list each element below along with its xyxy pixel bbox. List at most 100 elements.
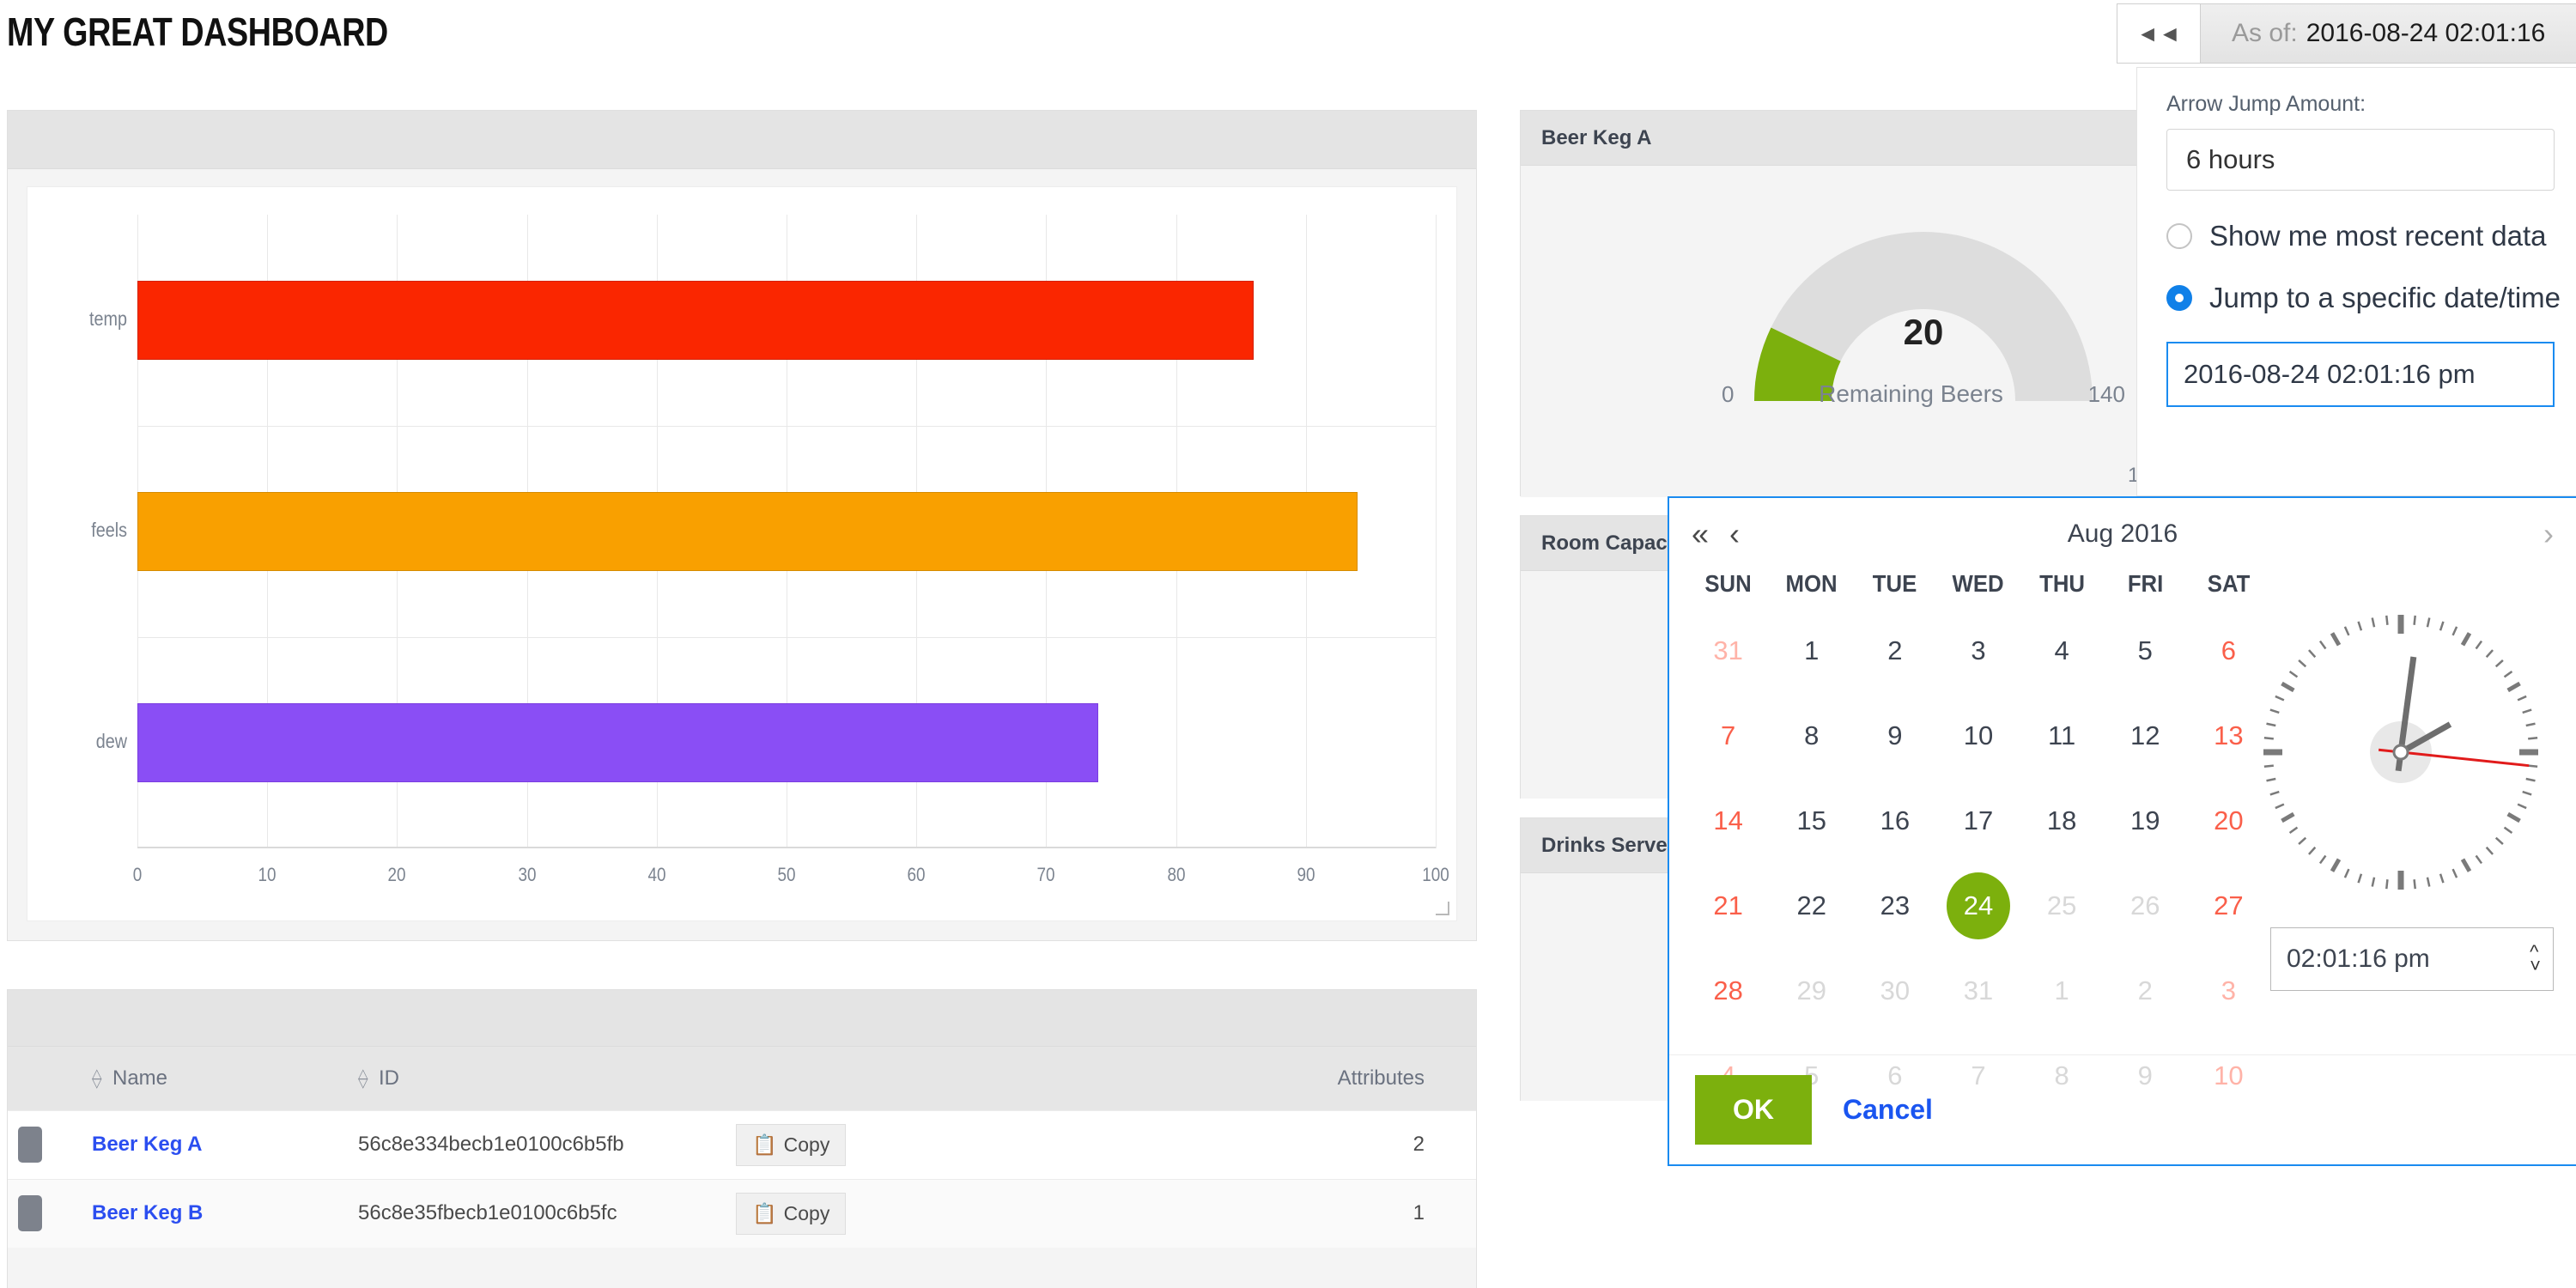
table-header-id[interactable]: △▽ID [348, 1047, 726, 1110]
page-title: MY GREAT DASHBOARD [7, 9, 388, 55]
row-attributes-cell: 1 [983, 1179, 1476, 1248]
radio-icon-specific-datetime [2166, 285, 2192, 311]
calendar-day-4[interactable]: 4 [2020, 608, 2104, 693]
time-spinner[interactable]: 02:01:16 pm ^˅ [2270, 927, 2554, 991]
copy-icon: 📋 [752, 1202, 777, 1225]
calendar-day-24[interactable]: 24 [1936, 863, 2020, 948]
radio-label-specific-datetime: Jump to a specific date/time [2209, 282, 2561, 314]
table-header-name[interactable]: △▽Name [82, 1047, 348, 1110]
calendar-day-14[interactable]: 14 [1686, 778, 1770, 863]
calendar-day-grid: 3112345678910111213141516171819202122232… [1686, 608, 2270, 1118]
calendar-day-26[interactable]: 26 [2104, 863, 2187, 948]
devices-table-panel: △▽Name △▽ID Attributes Beer Keg A 56c8e33… [7, 989, 1477, 1288]
datetime-input[interactable]: 2016-08-24 02:01:16 pm [2166, 342, 2555, 407]
datepicker-footer: OK Cancel [1669, 1054, 2576, 1164]
copy-button[interactable]: 📋Copy [736, 1124, 846, 1166]
chart-x-tick-label: 50 [753, 864, 819, 886]
table-header-copy [726, 1047, 983, 1110]
calendar-day-31[interactable]: 31 [1936, 948, 2020, 1033]
calendar-day-19[interactable]: 19 [2104, 778, 2187, 863]
spinner-down-icon[interactable]: ˅ [2530, 959, 2541, 973]
arrow-jump-amount-select[interactable]: 6 hours [2166, 129, 2555, 191]
calendar-day-12[interactable]: 12 [2104, 693, 2187, 778]
chart-bar-dew[interactable] [137, 703, 1098, 782]
row-attributes-cell: 2 [983, 1110, 1476, 1179]
chart-bar-feels[interactable] [137, 492, 1358, 571]
table-row[interactable]: Beer Keg A 56c8e334becb1e0100c6b5fb📋Copy 2 [8, 1110, 1476, 1179]
radio-icon-most-recent [2166, 223, 2192, 249]
ok-button[interactable]: OK [1695, 1075, 1812, 1145]
drag-handle-icon[interactable] [18, 1195, 42, 1231]
radio-option-most-recent[interactable]: Show me most recent data [2166, 220, 2555, 252]
chart-y-tick-label: feels [0, 519, 127, 542]
calendar-day-7[interactable]: 7 [1686, 693, 1770, 778]
calendar-day-15[interactable]: 15 [1770, 778, 1853, 863]
row-id-cell: 56c8e334becb1e0100c6b5fb [348, 1110, 726, 1179]
calendar-weekday-fri: FRI [2107, 570, 2184, 598]
datepicker-month-label: Aug 2016 [1669, 519, 2576, 549]
calendar-day-1[interactable]: 1 [1770, 608, 1853, 693]
row-name-link[interactable]: Beer Keg A [92, 1133, 202, 1156]
calendar-day-29[interactable]: 29 [1770, 948, 1853, 1033]
gauge-max-label: 140 [2088, 381, 2125, 408]
next-month-icon[interactable]: › [2543, 516, 2554, 552]
calendar-weekday-thu: THU [2023, 570, 2099, 598]
calendar-day-23[interactable]: 23 [1853, 863, 1936, 948]
calendar-day-11[interactable]: 11 [2020, 693, 2104, 778]
calendar-day-2[interactable]: 2 [1853, 608, 1936, 693]
calendar-day-21[interactable]: 21 [1686, 863, 1770, 948]
calendar-day-30[interactable]: 30 [1853, 948, 1936, 1033]
row-name-link[interactable]: Beer Keg B [92, 1201, 203, 1224]
calendar-day-18[interactable]: 18 [2020, 778, 2104, 863]
radio-option-specific-datetime[interactable]: Jump to a specific date/time [2166, 282, 2555, 314]
analog-clock-svg [2248, 599, 2554, 905]
dashboard-root: MY GREAT DASHBOARD 010203040506070809010… [0, 0, 2576, 1288]
time-spinner-arrows[interactable]: ^˅ [2530, 945, 2541, 973]
calendar-day-3[interactable]: 3 [1936, 608, 2020, 693]
resize-grip-icon[interactable] [1436, 902, 1449, 915]
chart-gridline-horizontal [137, 426, 1436, 427]
chart-bar-temp[interactable] [137, 281, 1254, 360]
devices-table-panel-title [8, 990, 1476, 1047]
calendar-day-10[interactable]: 10 [1936, 693, 2020, 778]
table-row[interactable]: Beer Keg B56c8e35fbecb1e0100c6b5fc📋Copy1 [8, 1179, 1476, 1248]
chart-x-tick-label: 70 [1013, 864, 1079, 886]
row-drag-handle-cell[interactable] [8, 1110, 82, 1179]
chart-x-tick-label: 20 [364, 864, 430, 886]
calendar-day-2[interactable]: 2 [2104, 948, 2187, 1033]
calendar-day-22[interactable]: 22 [1770, 863, 1853, 948]
calendar-weekday-mon: MON [1773, 570, 1850, 598]
calendar-day-1[interactable]: 1 [2020, 948, 2104, 1033]
as-of-label: As of: 2016-08-24 02:01:16 [2201, 3, 2576, 64]
datetime-input-value: 2016-08-24 02:01:16 pm [2184, 359, 2476, 390]
radio-label-most-recent: Show me most recent data [2209, 220, 2547, 252]
chart-x-tick-label: 30 [494, 864, 560, 886]
row-copy-cell: 📋Copy [726, 1179, 983, 1248]
copy-button[interactable]: 📋Copy [736, 1193, 846, 1235]
chart-gridline-vertical [1436, 215, 1437, 848]
calendar-day-3[interactable]: 3 [2187, 948, 2270, 1033]
calendar-day-28[interactable]: 28 [1686, 948, 1770, 1033]
row-name-cell: Beer Keg A [82, 1110, 348, 1179]
calendar-weekday-sat: SAT [2190, 570, 2267, 598]
gauge-scale-labels: 0 Remaining Beers 140 [1722, 380, 2125, 408]
chart-x-tick-label: 10 [234, 864, 300, 886]
table-header-attributes: Attributes [983, 1047, 1476, 1110]
time-spinner-value: 02:01:16 pm [2287, 945, 2430, 974]
sort-icon: △▽ [92, 1069, 104, 1088]
row-drag-handle-cell[interactable] [8, 1179, 82, 1248]
calendar-day-8[interactable]: 8 [1770, 693, 1853, 778]
chart-x-tick-label: 40 [623, 864, 690, 886]
cancel-button[interactable]: Cancel [1843, 1094, 1933, 1126]
rewind-icon[interactable]: ◄◄ [2117, 3, 2201, 64]
calendar-weekday-row: SUNMONTUEWEDTHUFRISAT [1686, 570, 2270, 598]
calendar-day-16[interactable]: 16 [1853, 778, 1936, 863]
calendar-day-5[interactable]: 5 [2104, 608, 2187, 693]
as-of-value: 2016-08-24 02:01:16 [2306, 19, 2546, 48]
calendar-day-9[interactable]: 9 [1853, 693, 1936, 778]
chart-y-tick-label: temp [0, 307, 127, 331]
calendar-day-17[interactable]: 17 [1936, 778, 2020, 863]
drag-handle-icon[interactable] [18, 1127, 42, 1163]
calendar-day-31[interactable]: 31 [1686, 608, 1770, 693]
calendar-day-25[interactable]: 25 [2020, 863, 2104, 948]
